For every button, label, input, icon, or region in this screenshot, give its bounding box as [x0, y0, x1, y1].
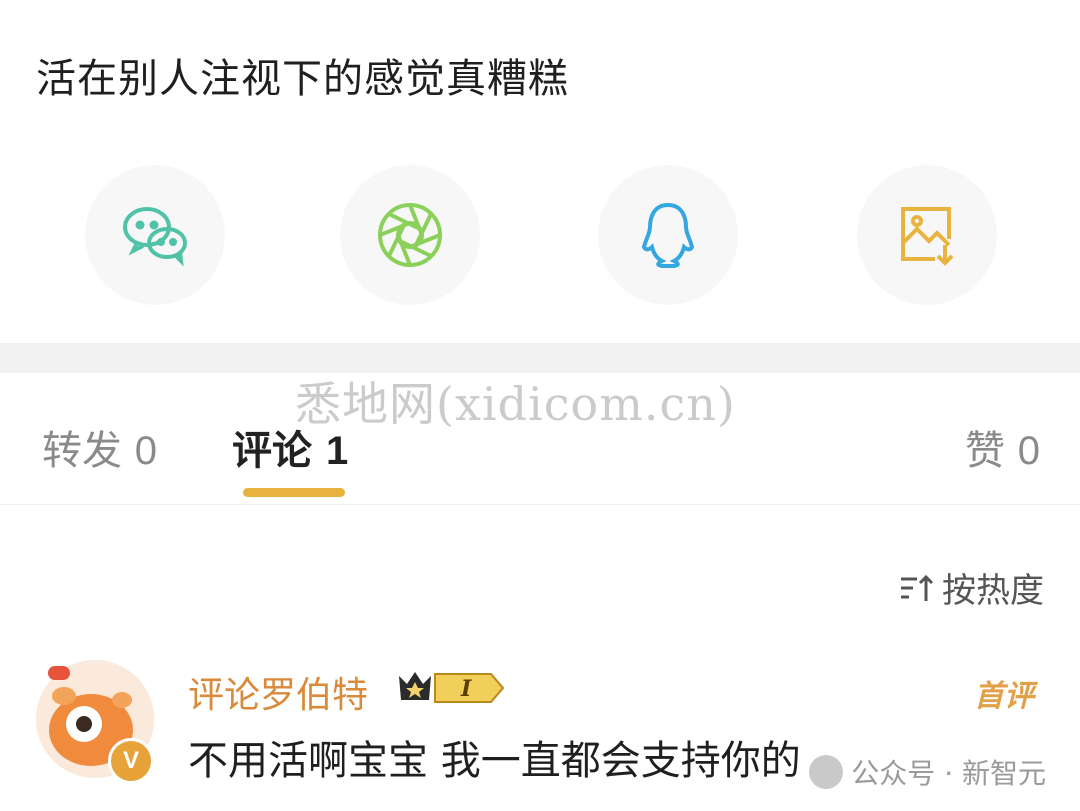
comment-text: 不用活啊宝宝 我一直都会支持你的	[188, 738, 801, 784]
wechat-official-account-icon	[809, 755, 844, 789]
tab-comment-count: 1	[325, 429, 349, 473]
post-text: 活在别人注视下的感觉真糟糕	[36, 56, 569, 102]
tab-comment[interactable]: 评论 1	[232, 418, 348, 476]
tab-comment-label: 评论	[232, 428, 312, 474]
comment-username[interactable]: 评论罗伯特	[188, 666, 368, 718]
share-row	[0, 165, 1080, 305]
active-tab-indicator	[243, 488, 345, 497]
sort-icon	[901, 574, 934, 601]
watermark: 悉地网(xidicom.cn)	[295, 377, 736, 431]
moments-icon	[378, 203, 442, 267]
first-comment-tag: 首评	[974, 679, 1034, 714]
level-text: I	[460, 676, 472, 702]
share-save-image-button[interactable]	[857, 165, 997, 305]
save-image-icon	[901, 207, 954, 266]
tab-repost-label: 转发	[42, 428, 122, 474]
share-qq-button[interactable]	[598, 165, 738, 305]
source-credit: 公众号 · 新智元	[809, 752, 1046, 792]
tab-bar-divider	[0, 504, 1080, 505]
share-wechat-button[interactable]	[85, 165, 225, 305]
tab-like[interactable]: 赞 0	[965, 418, 1040, 476]
verified-badge: V	[108, 738, 154, 784]
sort-label: 按热度	[942, 571, 1044, 611]
vip-level-badge: I	[399, 672, 505, 703]
tab-like-count: 0	[1017, 429, 1040, 473]
sort-button[interactable]: 按热度	[898, 563, 1044, 612]
wechat-icon	[123, 207, 187, 267]
tab-repost-count: 0	[134, 429, 157, 473]
qq-icon	[641, 202, 695, 268]
tab-repost[interactable]: 转发 0	[42, 418, 157, 476]
share-moments-button[interactable]	[340, 165, 480, 305]
tab-like-label: 赞	[965, 428, 1006, 474]
credit-text: 公众号 · 新智元	[851, 757, 1046, 790]
